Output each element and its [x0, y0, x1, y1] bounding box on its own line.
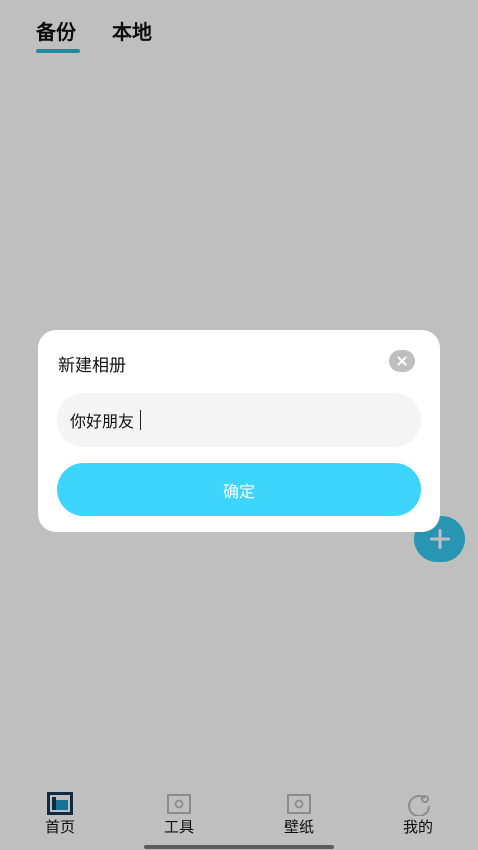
- dialog-title: 新建相册: [58, 356, 126, 376]
- album-name-input[interactable]: [57, 393, 421, 447]
- confirm-button[interactable]: 确定: [57, 463, 421, 516]
- close-icon: [397, 356, 407, 366]
- new-album-dialog: 新建相册 确定: [38, 330, 440, 532]
- dialog-close-button[interactable]: [389, 350, 415, 372]
- text-caret: [140, 410, 141, 430]
